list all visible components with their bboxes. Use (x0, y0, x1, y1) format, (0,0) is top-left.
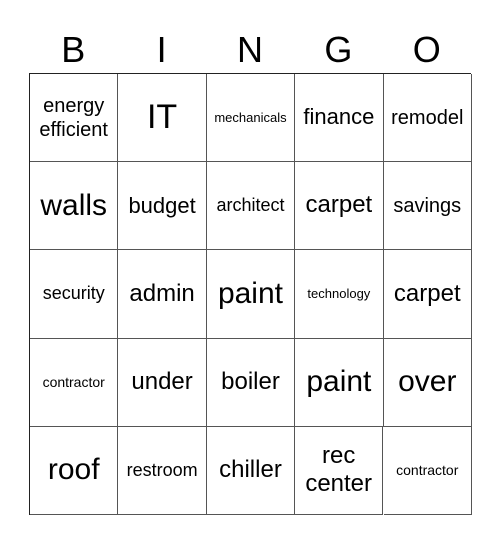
bingo-cell[interactable]: paint (295, 338, 384, 427)
bingo-cell[interactable]: contractor (383, 426, 472, 515)
header-letter-o: O (412, 29, 441, 70)
bingo-cell[interactable]: mechanicals (206, 74, 296, 163)
bingo-cell[interactable]: contractor (30, 338, 119, 427)
bingo-cell[interactable]: restroom (118, 426, 207, 515)
bingo-cell[interactable]: over (383, 338, 472, 427)
bingo-cell[interactable]: boiler (206, 338, 296, 427)
bingo-cell[interactable]: walls (30, 162, 119, 251)
bingo-header: B I N G O (29, 0, 471, 73)
bingo-grid: energy efficient IT mechanicals finance … (29, 73, 472, 515)
bingo-cell[interactable]: budget (118, 162, 207, 251)
bingo-cell[interactable]: under (118, 338, 207, 427)
bingo-cell[interactable]: paint (206, 250, 296, 339)
bingo-cell[interactable]: energy efficient (30, 74, 119, 163)
bingo-cell[interactable]: technology (295, 250, 384, 339)
bingo-cell[interactable]: rec center (295, 426, 384, 515)
bingo-cell[interactable]: IT (118, 74, 207, 163)
bingo-cell[interactable]: chiller (206, 426, 296, 515)
bingo-cell[interactable]: security (30, 250, 119, 339)
bingo-cell[interactable]: remodel (383, 74, 472, 163)
bingo-cell[interactable]: architect (206, 162, 296, 251)
bingo-cell[interactable]: savings (383, 162, 472, 251)
bingo-card: B I N G O energy efficient IT mechanical… (29, 0, 472, 515)
header-letter-n: N (236, 29, 263, 70)
bingo-cell[interactable]: roof (30, 426, 119, 515)
bingo-cell[interactable]: admin (118, 250, 207, 339)
header-letter-g: G (324, 29, 353, 70)
header-letter-b: B (61, 29, 86, 70)
header-letter-i: I (156, 29, 167, 70)
bingo-cell[interactable]: carpet (295, 162, 384, 251)
bingo-cell[interactable]: finance (295, 74, 384, 163)
bingo-cell[interactable]: carpet (383, 250, 472, 339)
